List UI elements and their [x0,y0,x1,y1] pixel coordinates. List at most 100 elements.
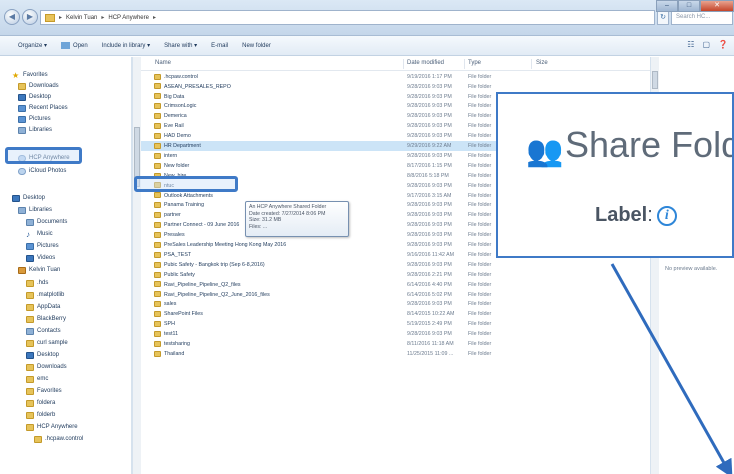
nav-sub-folder[interactable]: curl sample [26,337,68,349]
file-row[interactable]: Thailand 11/25/2015 11:09 ... File folder [141,349,641,359]
search-input[interactable]: Search HC... [671,10,733,25]
file-type: File folder [468,93,492,100]
organize-menu[interactable]: Organize ▾ [18,42,47,49]
file-row[interactable]: Public Safety 9/28/2016 2:21 PM File folde… [141,270,641,280]
nav-label: curl sample [37,340,68,346]
include-in-library-menu[interactable]: Include in library ▾ [102,42,150,49]
file-type: File folder [468,192,492,199]
file-name: Thailand [164,350,185,357]
file-row[interactable]: SharePoint Files 8/14/2015 10:22 AM File f… [141,310,641,320]
nav-sub-folder[interactable]: HCP Anywhere [26,421,78,433]
preview-pane-icon[interactable]: ▢ [702,40,710,49]
file-type: File folder [468,311,492,318]
nav-highlight-box [5,147,82,164]
nav-sub-folder[interactable]: Favorites [26,385,62,397]
libraries-icon [18,206,26,214]
nav-label: Contacts [37,328,61,334]
nav-label: Favorites [37,388,62,394]
tooltip-line: Date created: 7/27/2014 8:06 PM [249,210,326,217]
nav-label: iCloud Photos [29,168,67,174]
breadcrumb-hcp-anywhere[interactable]: HCP Anywhere [108,15,149,21]
nav-sub-folder[interactable]: Contacts [26,325,61,337]
nav-sub-folder[interactable]: Downloads [26,361,67,373]
file-row[interactable]: ASEAN_PRESALES_REPO 9/28/2016 9:03 PM File… [141,82,641,92]
refresh-button[interactable]: ↻ [657,10,669,25]
email-button[interactable]: E-mail [211,43,228,49]
back-button[interactable]: ◀ [4,9,20,25]
nav-label: Libraries [29,127,53,133]
maximize-button[interactable]: □ [678,0,700,12]
info-icon[interactable]: i [656,205,677,226]
column-name[interactable]: Name [155,60,171,66]
minimize-button[interactable]: – [656,0,678,12]
nav-sub-folder[interactable]: AppData [26,301,60,313]
nav-sub-folder[interactable]: folderb [26,409,55,421]
folder-icon [154,103,161,110]
nav-libraries-root[interactable]: Libraries [18,204,52,216]
nav-sub-folder[interactable]: emc [26,373,48,385]
file-list-scrollbar-thumb[interactable] [652,71,658,89]
file-row[interactable]: Ravi_Pipeline_Pipeline_Q2_files 6/14/2016… [141,280,641,290]
nav-libraries[interactable]: Libraries [18,124,52,136]
breadcrumb-kelvin-tuan[interactable]: Kelvin Tuan [66,15,97,21]
help-icon[interactable]: ❓ [718,40,728,49]
file-type: File folder [468,162,492,169]
nav-label: .hds [37,280,49,286]
file-type: File folder [468,103,492,110]
folder-icon [26,303,34,311]
folder-icon [154,241,161,248]
nav-documents[interactable]: Documents [26,216,67,228]
nav-pictures-lib[interactable]: Pictures [26,240,59,252]
open-button[interactable]: Open [61,41,88,50]
file-name: PSA_TEST [164,251,192,258]
nav-label: Documents [37,219,68,225]
file-row[interactable]: Pubic Safety - Bangkok trip (Sep 6-8,201… [141,260,641,270]
file-type: File folder [468,123,492,130]
nav-sub-folder[interactable]: .hds [26,277,48,289]
nav-desktop-root[interactable]: Desktop [12,192,45,204]
file-name: .hcpaw.control [164,73,198,80]
file-date-modified: 9/28/2016 9:03 PM [407,103,452,110]
nav-sub-folder[interactable]: Desktop [26,349,59,361]
tooltip-line: Files: ... [249,223,268,230]
nav-sub-folder[interactable]: foldera [26,397,55,409]
nav-sub-folder[interactable]: .hcpaw.control [34,433,83,445]
file-row[interactable]: test11 9/28/2016 9:03 PM File folder [141,329,641,339]
nav-sub-folder[interactable]: BlackBerry [26,313,66,325]
folder-icon [45,13,55,22]
share-with-menu[interactable]: Share with ▾ [164,42,197,49]
column-size[interactable]: Size [536,60,548,66]
address-bar[interactable]: ▸ Kelvin Tuan ▸ HCP Anywhere ▸ [40,10,655,25]
column-type[interactable]: Type [468,60,481,66]
nav-kelvin-tuan[interactable]: Kelvin Tuan [18,264,60,276]
file-row[interactable]: sales 9/28/2016 9:03 PM File folder [141,300,641,310]
file-row[interactable]: Ravi_Pipeline_Pipeline_Q2_June_2016_file… [141,290,641,300]
file-name: CrimsonLogic [164,103,197,110]
nav-sub-folder[interactable]: .matplotlib [26,289,64,301]
nav-scrollbar[interactable] [132,57,141,474]
close-button[interactable]: ✕ [700,0,734,12]
file-type: File folder [468,291,492,298]
file-type: File folder [468,301,492,308]
file-row[interactable]: SPH 5/19/2015 2:49 PM File folder [141,320,641,330]
file-row[interactable]: .hcpaw.control 9/19/2016 1:17 PM File fold… [141,72,641,82]
nav-label: Downloads [29,83,59,89]
nav-videos[interactable]: Videos [26,252,55,264]
open-icon [61,41,71,49]
file-row[interactable]: testsharing 8/11/2016 11:18 AM File folder [141,339,641,349]
nav-icloud-photos[interactable]: iCloud Photos [18,165,66,177]
folder-icon [154,142,161,149]
column-date-modified[interactable]: Date modified [407,60,444,66]
open-label: Open [73,43,88,50]
nav-music[interactable]: ♪ Music [26,228,53,240]
icloud-icon [18,167,26,175]
file-name: ASEAN_PRESALES_REPO [164,83,231,90]
forward-button[interactable]: ▶ [22,9,38,25]
nav-label: AppData [37,304,61,310]
new-folder-button[interactable]: New folder [242,43,271,49]
file-date-modified: 9/29/2016 9:22 AM [407,143,452,150]
folder-icon [154,113,161,120]
folder-icon [154,73,161,80]
file-date-modified: 9/28/2016 9:03 PM [407,261,452,268]
change-view-icon[interactable]: ☷ [687,40,694,49]
